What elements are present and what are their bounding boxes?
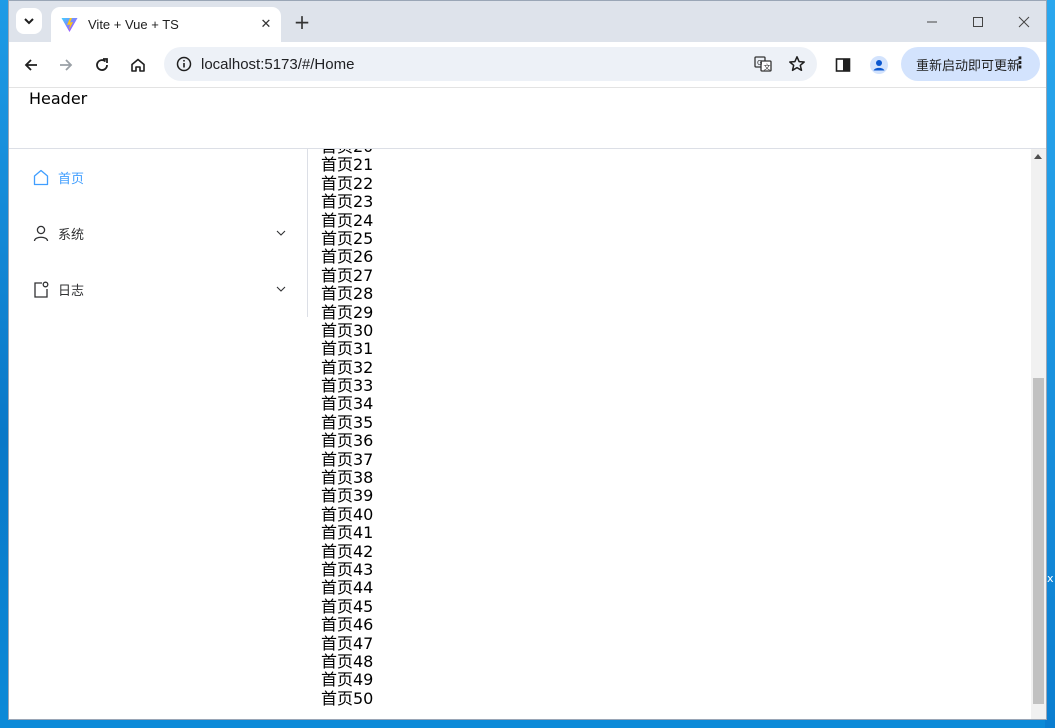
page-content: Header 首页 系统 日志 首页21 首页22 首页23 首页24 首页25… — [9, 88, 1046, 719]
scroll-up-arrow-icon[interactable] — [1034, 154, 1042, 159]
list-item: 首页25 — [321, 228, 374, 248]
site-info-icon[interactable] — [167, 56, 201, 72]
header-title: Header — [29, 89, 88, 108]
list-item: 首页26 — [321, 247, 374, 267]
browser-toolbar: localhost:5173/#/Home G文 重新启动即可更新 ⋮ — [9, 42, 1046, 88]
chevron-down-icon — [276, 286, 286, 292]
list-item: 首页43 — [321, 559, 374, 579]
home-button[interactable] — [123, 50, 153, 80]
app-header: Header — [9, 88, 1046, 149]
close-icon — [1018, 16, 1030, 27]
translate-icon[interactable]: G文 — [749, 50, 777, 78]
list-item: 首页27 — [321, 265, 374, 285]
reload-button[interactable] — [87, 50, 117, 80]
more-menu-icon[interactable]: ⋮ — [1012, 55, 1028, 71]
list-item: 首页39 — [321, 486, 374, 506]
list-item: 首页42 — [321, 541, 374, 561]
maximize-button[interactable] — [955, 1, 1001, 42]
sidebar-item-log[interactable]: 日志 — [9, 261, 307, 317]
browser-tab[interactable]: Vite + Vue + TS ✕ — [51, 7, 281, 42]
list-item: 首页37 — [321, 449, 374, 469]
list-item: 首页30 — [321, 320, 374, 340]
browser-window: Vite + Vue + TS ✕ + localhost:5173/#/Hom… — [8, 0, 1047, 720]
url-text[interactable]: localhost:5173/#/Home — [201, 56, 354, 73]
list-item: 首页46 — [321, 615, 374, 635]
side-panel-icon — [835, 58, 851, 72]
list-item: 首页44 — [321, 578, 374, 598]
list-item: 首页21 — [321, 155, 374, 175]
list-item: 首页35 — [321, 412, 374, 432]
list-item: 首页32 — [321, 357, 374, 377]
profile-avatar-icon — [870, 56, 888, 74]
list-item: 首页28 — [321, 284, 374, 304]
content-list: 首页20首页21首页22首页23首页24首页25首页26首页27首页28首页29… — [321, 149, 373, 708]
update-button-label: 重新启动即可更新 — [916, 58, 1021, 74]
list-item: 首页29 — [321, 302, 374, 322]
sidebar-item-label: 首页 — [58, 171, 85, 187]
side-panel-button[interactable] — [828, 50, 858, 80]
list-item: 首页24 — [321, 210, 374, 230]
main-content: 首页20首页21首页22首页23首页24首页25首页26首页27首页28首页29… — [309, 149, 1031, 719]
minimize-button[interactable] — [909, 1, 955, 42]
list-item: 首页38 — [321, 468, 374, 488]
list-item: 首页45 — [321, 596, 374, 616]
list-item: 首页41 — [321, 523, 374, 543]
tab-search-button[interactable] — [16, 8, 42, 34]
vite-logo-icon — [61, 17, 78, 32]
profile-button[interactable] — [864, 50, 894, 80]
sidebar-item-label: 系统 — [58, 227, 85, 243]
chevron-down-icon — [24, 18, 34, 25]
bookmark-star-icon[interactable] — [783, 50, 811, 78]
new-tab-button[interactable]: + — [291, 11, 313, 33]
maximize-icon — [973, 16, 983, 27]
svg-text:文: 文 — [764, 63, 771, 72]
sidebar-item-system[interactable]: 系统 — [9, 205, 307, 261]
home-icon — [33, 169, 49, 185]
list-item: 首页34 — [321, 394, 374, 414]
reload-icon — [96, 58, 108, 71]
list-item: 首页33 — [321, 376, 374, 396]
list-item: 首页50 — [321, 688, 374, 708]
chevron-down-icon — [276, 230, 286, 236]
home-icon — [131, 58, 145, 72]
close-window-button[interactable] — [1001, 1, 1046, 42]
log-icon — [33, 281, 49, 298]
sidebar-item-label: 日志 — [58, 283, 85, 299]
list-item: 首页36 — [321, 431, 374, 451]
list-item: 首页48 — [321, 651, 374, 671]
list-item: 首页47 — [321, 633, 374, 653]
vertical-scrollbar[interactable] — [1031, 149, 1046, 719]
svg-text:G: G — [757, 59, 762, 67]
forward-arrow-icon — [60, 59, 73, 71]
back-button[interactable] — [16, 50, 46, 80]
forward-button[interactable] — [51, 50, 81, 80]
scrollbar-thumb[interactable] — [1033, 378, 1044, 704]
list-item: 首页31 — [321, 339, 374, 359]
close-tab-icon[interactable]: ✕ — [257, 15, 275, 33]
list-item: 首页49 — [321, 670, 374, 690]
sidebar-menu: 首页 系统 日志 — [9, 149, 308, 317]
user-icon — [33, 225, 49, 241]
list-item: 首页23 — [321, 192, 374, 212]
title-bar: Vite + Vue + TS ✕ + — [9, 1, 1046, 42]
minimize-icon — [927, 21, 937, 22]
sidebar-item-home[interactable]: 首页 — [9, 149, 307, 205]
list-item: 首页40 — [321, 504, 374, 524]
desktop-edge-text: x — [1047, 572, 1054, 585]
address-bar[interactable]: localhost:5173/#/Home G文 — [164, 47, 817, 81]
list-item: 首页22 — [321, 173, 374, 193]
back-arrow-icon — [24, 59, 37, 71]
update-button[interactable]: 重新启动即可更新 ⋮ — [901, 47, 1040, 81]
tab-title: Vite + Vue + TS — [88, 17, 179, 32]
